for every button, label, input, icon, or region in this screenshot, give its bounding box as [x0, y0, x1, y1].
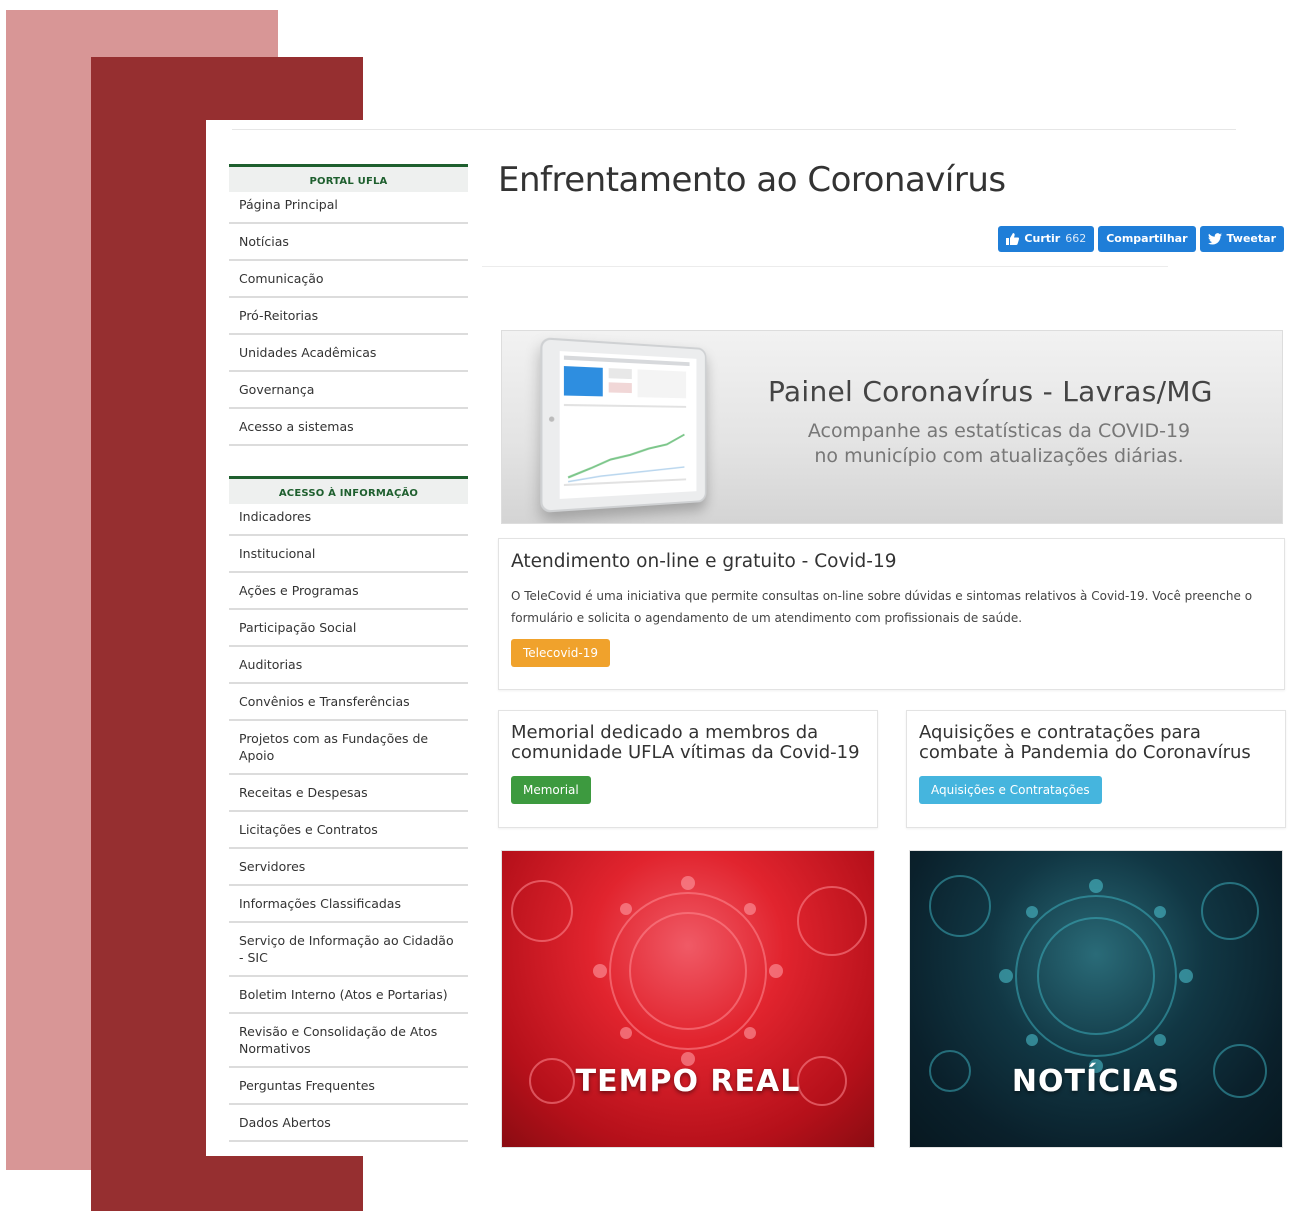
noticias-promo[interactable]: NOTÍCIAS [909, 850, 1283, 1148]
sidebar-item-dados-abertos[interactable]: Dados Abertos [229, 1105, 468, 1142]
sidebar-item-comunicacao[interactable]: Comunicação [229, 261, 468, 298]
virus-illustration-teal [929, 875, 1267, 1098]
aquisicoes-card: Aquisições e contratações para combate à… [906, 710, 1286, 828]
sidebar-item-indicadores[interactable]: Indicadores [229, 504, 468, 536]
sidebar-item-licitacoes[interactable]: Licitações e Contratos [229, 812, 468, 849]
memorial-button[interactable]: Memorial [511, 776, 591, 804]
sidebar-item-servidores[interactable]: Servidores [229, 849, 468, 886]
banner-subtitle-line-2: no município com atualizações diárias. [814, 445, 1184, 467]
share-label: Compartilhar [1106, 232, 1188, 245]
memorial-card: Memorial dedicado a membros da comunidad… [498, 710, 878, 828]
sidebar-item-projetos-fundacoes[interactable]: Projetos com as Fundações de Apoio [229, 721, 468, 775]
tempo-real-promo[interactable]: TEMPO REAL [501, 850, 875, 1148]
telecovid-button[interactable]: Telecovid-19 [511, 639, 610, 667]
sidebar-item-noticias[interactable]: Notícias [229, 224, 468, 261]
sidebar-item-pro-reitorias[interactable]: Pró-Reitorias [229, 298, 468, 335]
sidebar-item-unidades-academicas[interactable]: Unidades Acadêmicas [229, 335, 468, 372]
sidebar-header-portal: PORTAL UFLA [229, 164, 468, 192]
sidebar-item-participacao-social[interactable]: Participação Social [229, 610, 468, 647]
telecovid-card: Atendimento on-line e gratuito - Covid-1… [498, 538, 1285, 690]
noticias-label: NOTÍCIAS [1011, 1064, 1181, 1099]
main-content: Enfrentamento ao Coronavírus Curtir 662 … [482, 160, 1288, 1148]
telecovid-title: Atendimento on-line e gratuito - Covid-1… [511, 551, 897, 572]
aquisicoes-button[interactable]: Aquisições e Contratações [919, 776, 1102, 804]
social-buttons: Curtir 662 Compartilhar Tweetar [998, 226, 1284, 252]
sidebar-item-governanca[interactable]: Governança [229, 372, 468, 409]
aquisicoes-title: Aquisições e contratações para combate à… [919, 722, 1251, 763]
social-divider [482, 266, 1168, 267]
sidebar-item-auditorias[interactable]: Auditorias [229, 647, 468, 684]
virus-illustration-red [511, 876, 867, 1106]
sidebar-item-boletim-interno[interactable]: Boletim Interno (Atos e Portarias) [229, 977, 468, 1014]
sidebar-section-acesso: ACESSO À INFORMAÇÃO Indicadores Instituc… [229, 476, 468, 1142]
thumbs-up-icon [1006, 233, 1020, 245]
banner-subtitle-line-1: Acompanhe as estatísticas da COVID-19 [807, 420, 1191, 442]
like-label: Curtir [1024, 232, 1061, 245]
tablet-dashboard-image [540, 337, 707, 513]
sidebar-item-convenios[interactable]: Convênios e Transferências [229, 684, 468, 721]
sidebar-header-acesso: ACESSO À INFORMAÇÃO [229, 476, 468, 504]
page-title: Enfrentamento ao Coronavírus [498, 160, 1006, 200]
telecovid-description: O TeleCovid é uma iniciativa que permite… [511, 589, 1253, 625]
facebook-like-button[interactable]: Curtir 662 [998, 226, 1095, 252]
sidebar-item-pagina-principal[interactable]: Página Principal [229, 192, 468, 224]
sidebar: PORTAL UFLA Página Principal Notícias Co… [229, 164, 468, 1156]
share-button[interactable]: Compartilhar [1098, 226, 1196, 252]
like-count: 662 [1065, 232, 1087, 245]
banner-title: Painel Coronavírus - Lavras/MG [768, 375, 1213, 408]
top-divider [232, 129, 1236, 130]
tweet-label: Tweetar [1226, 232, 1276, 245]
website-screenshot: PORTAL UFLA Página Principal Notícias Co… [206, 120, 1296, 1156]
painel-coronavirus-banner[interactable]: Painel Coronavírus - Lavras/MG Acompanhe… [501, 330, 1283, 524]
tablet-screen [559, 351, 697, 499]
sidebar-item-sic[interactable]: Serviço de Informação ao Cidadão - SIC [229, 923, 468, 977]
sidebar-item-revisao-atos[interactable]: Revisão e Consolidação de Atos Normativo… [229, 1014, 468, 1068]
tablet-home-button [548, 416, 555, 422]
sidebar-section-portal: PORTAL UFLA Página Principal Notícias Co… [229, 164, 468, 446]
sidebar-item-informacoes-classificadas[interactable]: Informações Classificadas [229, 886, 468, 923]
sidebar-item-perguntas-frequentes[interactable]: Perguntas Frequentes [229, 1068, 468, 1105]
sidebar-item-acoes-programas[interactable]: Ações e Programas [229, 573, 468, 610]
tempo-real-label: TEMPO REAL [575, 1064, 801, 1099]
memorial-title: Memorial dedicado a membros da comunidad… [511, 722, 860, 763]
dashboard-preview-graphic [560, 355, 693, 487]
twitter-bird-icon [1207, 233, 1222, 245]
sidebar-item-institucional[interactable]: Institucional [229, 536, 468, 573]
sidebar-item-acesso-sistemas[interactable]: Acesso a sistemas [229, 409, 468, 446]
sidebar-item-receitas-despesas[interactable]: Receitas e Despesas [229, 775, 468, 812]
tweet-button[interactable]: Tweetar [1199, 226, 1284, 252]
banner-subtitle: Acompanhe as estatísticas da COVID-19 no… [774, 419, 1224, 469]
